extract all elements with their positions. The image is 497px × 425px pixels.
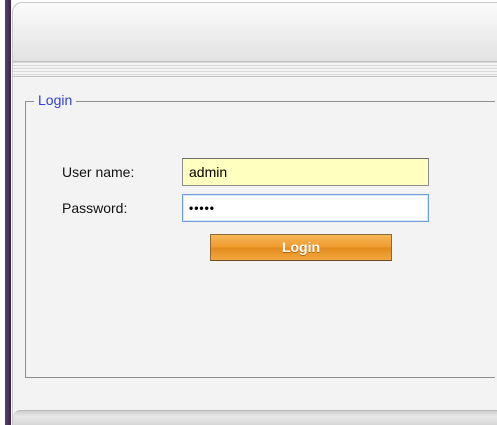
username-label: User name: (62, 164, 135, 180)
password-field[interactable]: ••••• (182, 194, 429, 222)
login-button[interactable]: Login (210, 234, 392, 261)
password-label: Password: (62, 200, 128, 216)
left-edge-bar (5, 0, 11, 425)
username-field[interactable]: admin (182, 158, 429, 186)
panel-footer (13, 410, 497, 425)
login-legend: Login (34, 91, 77, 109)
left-edge-strip (0, 0, 12, 425)
panel-header (13, 3, 497, 62)
header-divider-lines (13, 62, 497, 77)
